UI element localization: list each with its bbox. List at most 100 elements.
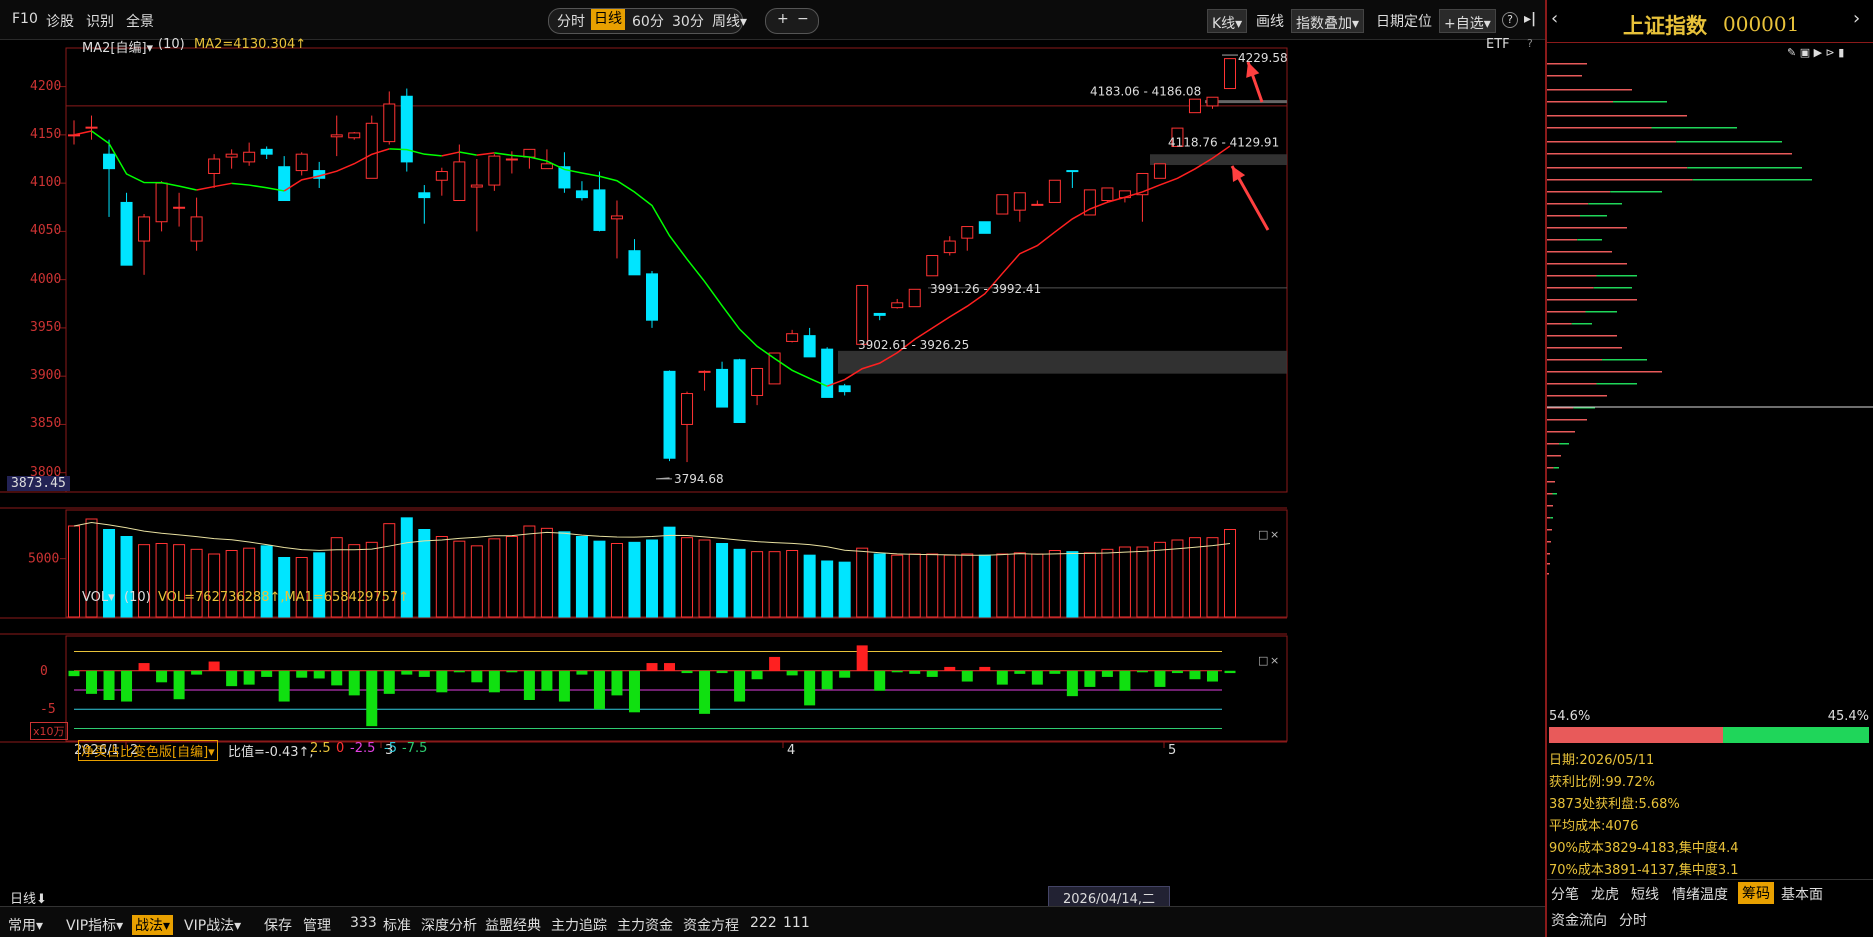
- btn-changyong[interactable]: 常用▾: [8, 915, 43, 935]
- candle-body: [103, 153, 116, 170]
- vol-indicator-name[interactable]: VOL▾: [82, 590, 115, 605]
- volume-bar: [1083, 552, 1096, 618]
- candle-body: [1048, 179, 1061, 203]
- candle-body: [1066, 170, 1079, 173]
- tab-duanxian[interactable]: 短线: [1631, 884, 1659, 904]
- quanjing-button[interactable]: 全景: [126, 11, 154, 31]
- tab-fenshi[interactable]: 分时: [557, 11, 585, 31]
- volume-bar: [155, 543, 168, 618]
- chip-bar: [1547, 153, 1792, 155]
- indicator-bar: [296, 670, 308, 678]
- chip-bar: [1577, 239, 1602, 241]
- tab-fenbi[interactable]: 分笔: [1551, 884, 1579, 904]
- tab-qingxu[interactable]: 情绪温度: [1672, 884, 1728, 904]
- indicator-bar: [874, 670, 886, 691]
- tab-jibenmian[interactable]: 基本面: [1781, 884, 1823, 904]
- btn-biaozhun[interactable]: 标准: [383, 915, 411, 935]
- btn-222[interactable]: 222: [750, 915, 777, 931]
- add-watchlist-button[interactable]: +自选▾: [1439, 9, 1496, 33]
- zoom-out-button[interactable]: −: [797, 11, 809, 27]
- volume-bar: [943, 554, 956, 618]
- btn-111[interactable]: 111: [783, 915, 810, 931]
- prev-arrow-icon[interactable]: ‹: [1551, 8, 1558, 29]
- price-annotation: 3794.68: [674, 472, 724, 486]
- etf-label[interactable]: ETF: [1486, 37, 1510, 52]
- volume-bar: [295, 557, 308, 618]
- tab-zijin[interactable]: 资金流向: [1551, 910, 1607, 930]
- volume-bar: [716, 543, 729, 618]
- close-icon: ×: [1270, 654, 1279, 667]
- price-annotation: 3902.61 - 3926.25: [858, 338, 969, 352]
- chip-bar: [1547, 275, 1597, 277]
- kline-dropdown[interactable]: K线▾: [1207, 9, 1248, 33]
- volume-bar: [365, 541, 378, 618]
- tab-chouma[interactable]: 筹码: [1738, 882, 1774, 904]
- btn-zhanfa[interactable]: 战法▾: [132, 915, 174, 935]
- tab-rixian[interactable]: 日线: [591, 9, 625, 30]
- volume-bar: [1171, 539, 1184, 618]
- btn-shendu[interactable]: 深度分析: [421, 915, 477, 935]
- volume-bar: [996, 553, 1009, 618]
- zhengu-button[interactable]: 诊股: [46, 11, 74, 31]
- chip-bar: [1547, 101, 1613, 103]
- indicator-bar: [453, 670, 465, 673]
- shibie-button[interactable]: 识别: [86, 11, 114, 31]
- price-annotation: 3991.26 - 3992.41: [930, 282, 1041, 296]
- volume-bar: [768, 551, 781, 618]
- price-tick-label: 4100: [30, 175, 62, 191]
- price-tick-label: 4150: [30, 126, 62, 142]
- xaxis-mode[interactable]: 日线⬇: [10, 888, 47, 907]
- candle-body: [418, 192, 431, 199]
- tab-60fen[interactable]: 60分: [632, 11, 664, 31]
- indicator-bar: [1066, 670, 1078, 697]
- btn-save[interactable]: 保存: [264, 915, 292, 935]
- indicator-name[interactable]: 净买占比变色版[自编]▾: [78, 740, 218, 761]
- ma-indicator-name[interactable]: MA2[自编]▾: [82, 37, 153, 56]
- indicator-tick-label: -5: [40, 702, 56, 717]
- tab-30fen[interactable]: 30分: [672, 11, 704, 31]
- candle-body: [155, 182, 168, 223]
- volume-bar: [1118, 546, 1131, 618]
- close-icon: ×: [1270, 528, 1279, 541]
- tab-fenshi-right[interactable]: 分时: [1619, 910, 1647, 930]
- f10-button[interactable]: F10: [12, 11, 38, 27]
- btn-vip-zhanfa[interactable]: VIP战法▾: [184, 915, 241, 935]
- volume-bar: [751, 551, 764, 618]
- date-locate-button[interactable]: 日期定位: [1376, 11, 1432, 31]
- indicator-bar: [699, 670, 711, 714]
- next-arrow-icon[interactable]: ›: [1853, 8, 1860, 29]
- indicator-bar: [138, 663, 150, 671]
- indicator-bar: [804, 670, 816, 706]
- huaxian-button[interactable]: 画线: [1256, 11, 1284, 31]
- btn-zhuli-zhuizong[interactable]: 主力追踪: [551, 915, 607, 935]
- candle-body: [85, 126, 98, 129]
- chip-bar: [1547, 167, 1688, 169]
- index-overlay-dropdown[interactable]: 指数叠加▾: [1291, 9, 1365, 33]
- indicator-bar: [1014, 670, 1026, 674]
- candle-body: [1101, 187, 1114, 202]
- btn-333[interactable]: 333: [350, 915, 377, 931]
- indicator-bar: [611, 670, 623, 696]
- info-price-profit: 3873处获利盘:5.68%: [1549, 797, 1680, 812]
- btn-zijin-fangcheng[interactable]: 资金方程: [683, 915, 739, 935]
- btn-manage[interactable]: 管理: [303, 915, 331, 935]
- panel-help-icon[interactable]: ?: [1527, 37, 1533, 50]
- candlestick-chart[interactable]: 4229.58 4183.06 - 4186.08 4118.76 - 4129.9…: [0, 40, 1543, 906]
- zone-4118: [1150, 154, 1287, 166]
- zoom-in-button[interactable]: +: [777, 11, 789, 27]
- chip-bar: [1596, 275, 1637, 277]
- ma-param: (10): [158, 37, 185, 52]
- help-icon[interactable]: ?: [1502, 12, 1518, 28]
- btn-vip-indicator[interactable]: VIP指标▾: [66, 915, 123, 935]
- btn-zhuli-zijin[interactable]: 主力资金: [617, 915, 673, 935]
- chip-bar: [1547, 481, 1555, 483]
- chip-bar: [1547, 431, 1575, 433]
- tab-longhu[interactable]: 龙虎: [1591, 884, 1619, 904]
- tab-zhouxian[interactable]: 周线▾: [712, 11, 747, 31]
- btn-yimeng[interactable]: 益盟经典: [485, 915, 541, 935]
- candle-body: [681, 393, 694, 425]
- collapse-icon[interactable]: ▸|: [1524, 11, 1536, 27]
- chip-bar: [1547, 383, 1597, 385]
- candle-body: [803, 335, 816, 358]
- chip-bar: [1547, 541, 1551, 543]
